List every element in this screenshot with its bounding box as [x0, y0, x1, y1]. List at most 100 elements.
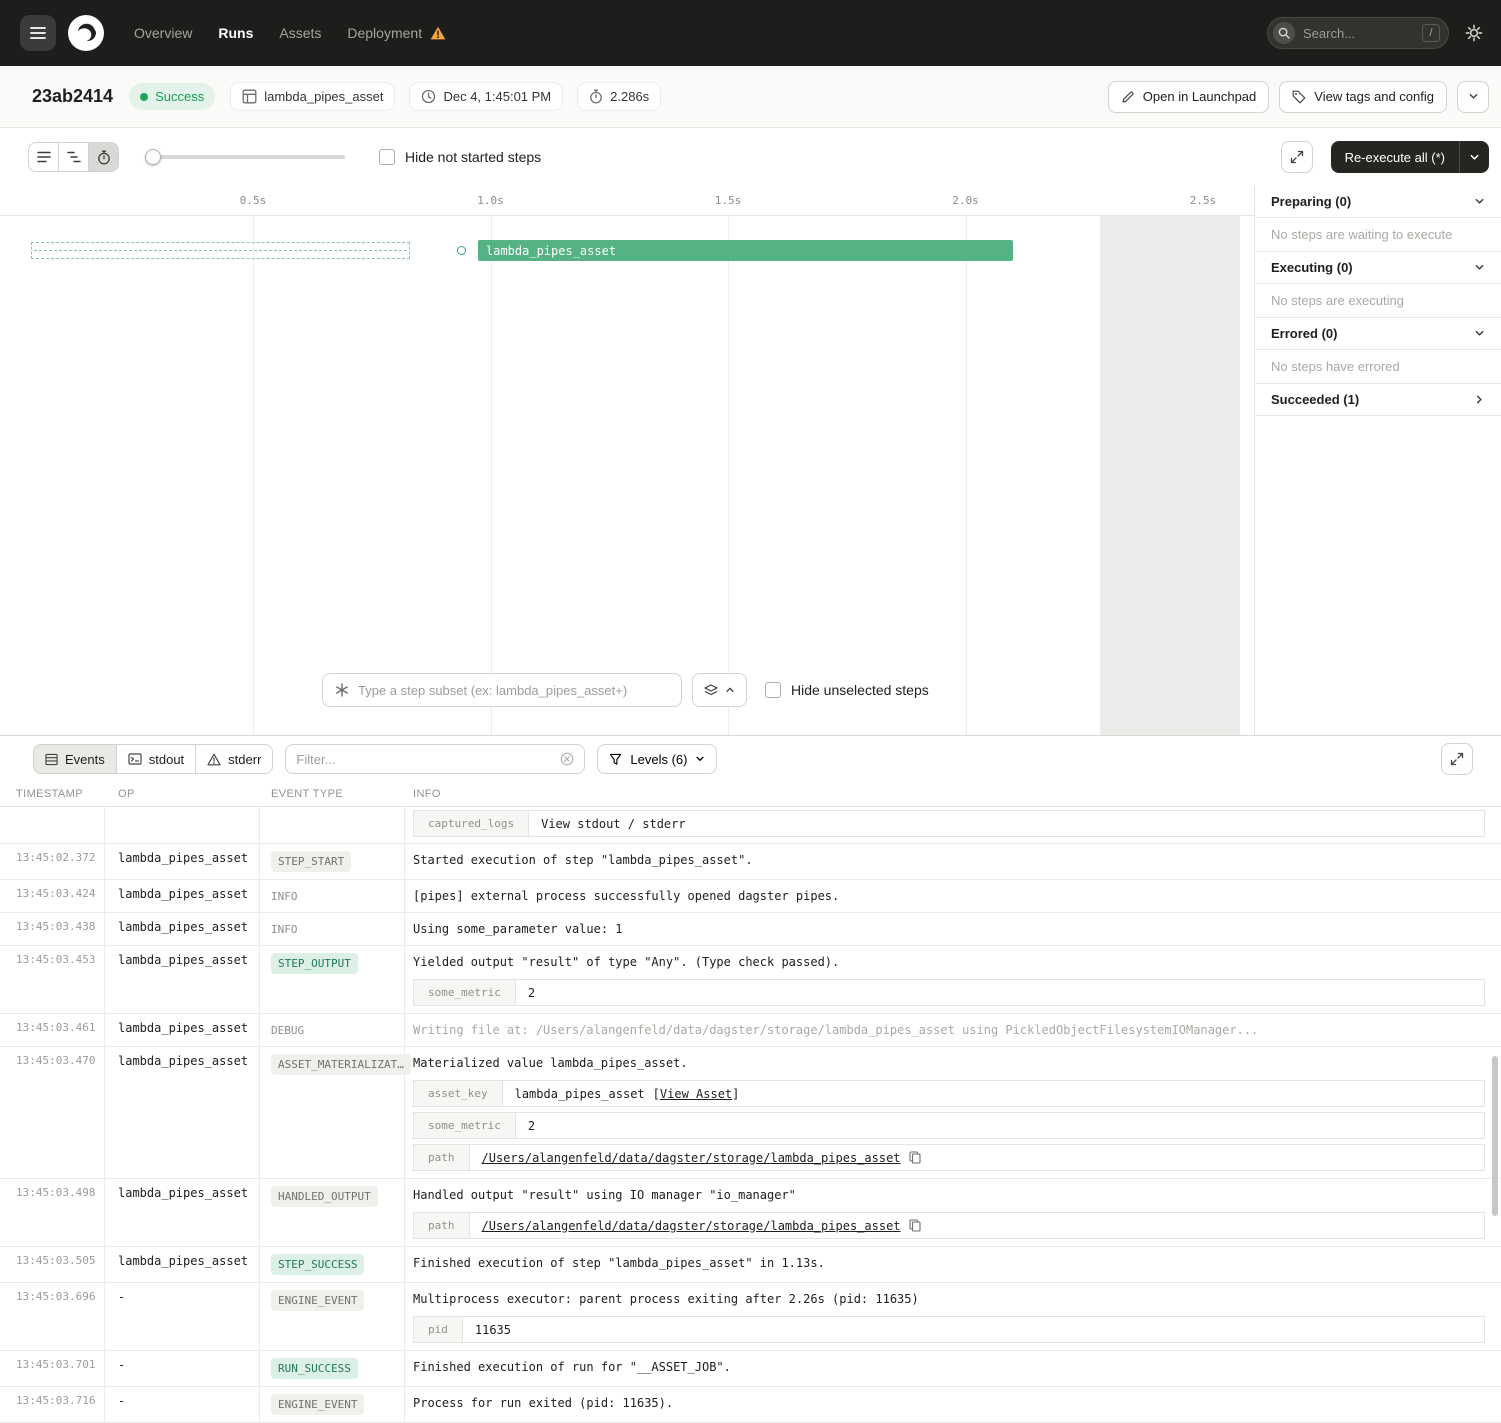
metadata-row: some_metric2 — [413, 1112, 1485, 1139]
nav-item-assets[interactable]: Assets — [279, 25, 321, 41]
timed-view-button[interactable] — [88, 142, 119, 172]
nav-item-deployment[interactable]: Deployment — [347, 25, 446, 41]
reexecute-dropdown-button[interactable] — [1459, 141, 1489, 173]
metadata-link[interactable]: /Users/alangenfeld/data/dagster/storage/… — [482, 1151, 901, 1165]
search-input[interactable] — [1303, 26, 1414, 41]
chevron-up-icon — [725, 685, 735, 695]
copy-icon[interactable] — [909, 1151, 921, 1164]
step-subset-input[interactable] — [358, 683, 669, 698]
log-row[interactable]: 13:45:03.716-ENGINE_EVENTProcess for run… — [0, 1387, 1501, 1423]
timed-view-stopwatch-icon — [97, 150, 111, 165]
tab-stderr[interactable]: stderr — [195, 744, 273, 774]
log-timestamp: 13:45:03.424 — [0, 880, 105, 912]
top-navigation: Overview Runs Assets Deployment / — [0, 0, 1501, 66]
hide-unselected-checkbox[interactable] — [765, 682, 781, 698]
log-row[interactable]: 13:45:03.461lambda_pipes_assetDEBUGWriti… — [0, 1014, 1501, 1047]
hamburger-icon — [30, 26, 46, 40]
step-section-header[interactable]: Preparing (0) — [1255, 186, 1501, 218]
log-row[interactable]: 13:45:03.438lambda_pipes_assetINFOUsing … — [0, 913, 1501, 946]
hide-not-started-toggle[interactable]: Hide not started steps — [379, 149, 541, 165]
chevron-down-icon — [1474, 196, 1485, 207]
menu-button[interactable] — [20, 15, 56, 51]
tab-events[interactable]: Events — [33, 744, 117, 774]
step-subset-controls: Hide unselected steps — [322, 673, 929, 707]
gantt-body: 0.5s1.0s1.5s2.0s2.5s lambda_pipes_asset — [0, 186, 1501, 735]
job-name-chip[interactable]: lambda_pipes_asset — [231, 83, 394, 110]
gantt-toolbar-right: Re-execute all (*) — [1281, 141, 1489, 173]
run-actions-dropdown-button[interactable] — [1457, 81, 1489, 113]
reexecute-all-button[interactable]: Re-execute all (*) — [1331, 141, 1459, 173]
gear-icon[interactable] — [1465, 24, 1483, 42]
stderr-icon — [207, 753, 221, 766]
hide-unselected-toggle[interactable]: Hide unselected steps — [765, 682, 929, 698]
log-row[interactable]: 13:45:03.696-ENGINE_EVENTMultiprocess ex… — [0, 1283, 1501, 1351]
layers-icon — [704, 684, 718, 697]
pencil-icon — [1121, 90, 1135, 104]
log-op: lambda_pipes_asset — [105, 1014, 260, 1046]
log-row[interactable]: 13:45:03.505lambda_pipes_assetSTEP_SUCCE… — [0, 1247, 1501, 1283]
log-fullscreen-button[interactable] — [1441, 743, 1473, 775]
column-header-event-type: EVENT TYPE — [260, 788, 405, 800]
after-run-shaded-region — [1100, 216, 1240, 735]
step-section-header[interactable]: Succeeded (1) — [1255, 384, 1501, 416]
log-rows: captured_logsView stdout / stderr13:45:0… — [0, 807, 1501, 1423]
log-info: Yielded output "result" of type "Any". (… — [405, 946, 1501, 1013]
view-tags-config-label: View tags and config — [1314, 89, 1434, 104]
job-name: lambda_pipes_asset — [264, 89, 383, 104]
tab-label: Events — [65, 752, 105, 767]
log-row[interactable]: 13:45:03.470lambda_pipes_assetASSET_MATE… — [0, 1047, 1501, 1179]
levels-filter-button[interactable]: Levels (6) — [597, 744, 717, 774]
step-section-header[interactable]: Errored (0) — [1255, 318, 1501, 350]
warning-icon — [430, 26, 446, 40]
log-timestamp: 13:45:03.461 — [0, 1014, 105, 1046]
search-box[interactable]: / — [1267, 17, 1449, 49]
metadata-row: pid11635 — [413, 1316, 1485, 1343]
hide-not-started-checkbox[interactable] — [379, 149, 395, 165]
tab-stdout[interactable]: stdout — [116, 744, 196, 774]
dagster-logo[interactable] — [68, 15, 104, 51]
gantt-chart: 0.5s1.0s1.5s2.0s2.5s lambda_pipes_asset — [0, 186, 1254, 735]
log-row[interactable]: 13:45:03.701-RUN_SUCCESSFinished executi… — [0, 1351, 1501, 1387]
nav-item-runs[interactable]: Runs — [218, 25, 253, 41]
metadata-link[interactable]: /Users/alangenfeld/data/dagster/storage/… — [482, 1219, 901, 1233]
log-row[interactable]: 13:45:03.453lambda_pipes_assetSTEP_OUTPU… — [0, 946, 1501, 1014]
waterfall-view-button[interactable] — [58, 142, 89, 172]
log-row[interactable]: 13:45:03.498lambda_pipes_assetHANDLED_OU… — [0, 1179, 1501, 1247]
metadata-table: pid11635 — [413, 1316, 1485, 1343]
log-row[interactable]: captured_logsView stdout / stderr — [0, 807, 1501, 844]
zoom-slider[interactable] — [145, 149, 345, 165]
step-subset-input-box[interactable] — [322, 673, 682, 707]
step-section-title: Errored (0) — [1271, 326, 1337, 341]
step-section-header[interactable]: Executing (0) — [1255, 252, 1501, 284]
funnel-icon — [609, 753, 622, 766]
clear-filter-icon[interactable] — [560, 752, 574, 766]
log-row[interactable]: 13:45:02.372lambda_pipes_assetSTEP_START… — [0, 844, 1501, 880]
copy-icon[interactable] — [909, 1219, 921, 1232]
graph-options-button[interactable] — [692, 673, 747, 707]
flat-view-button[interactable] — [28, 142, 59, 172]
job-grid-icon — [242, 89, 257, 104]
zoom-slider-handle[interactable] — [145, 149, 161, 165]
gantt-step-bar[interactable]: lambda_pipes_asset — [478, 240, 1013, 261]
nav-item-overview[interactable]: Overview — [134, 25, 192, 41]
view-asset-link[interactable]: View Asset — [660, 1087, 732, 1101]
log-filter-input[interactable] — [296, 752, 552, 767]
log-filter-box[interactable] — [285, 744, 585, 774]
log-row[interactable]: 13:45:03.424lambda_pipes_assetINFO[pipes… — [0, 880, 1501, 913]
log-timestamp: 13:45:03.505 — [0, 1247, 105, 1282]
metadata-text: 2 — [528, 986, 535, 1000]
log-scrollbar[interactable] — [1492, 1056, 1498, 1216]
run-id: 23ab2414 — [32, 86, 113, 107]
gantt-fullscreen-button[interactable] — [1281, 141, 1313, 173]
open-launchpad-button[interactable]: Open in Launchpad — [1108, 81, 1269, 113]
log-info: Process for run exited (pid: 11635). — [405, 1387, 1501, 1422]
tag-icon — [1292, 90, 1306, 104]
step-status-panel: Preparing (0)No steps are waiting to exe… — [1254, 186, 1501, 735]
view-tags-config-button[interactable]: View tags and config — [1279, 81, 1447, 113]
event-type-tag: HANDLED_OUTPUT — [271, 1186, 378, 1207]
stdout-icon — [128, 753, 142, 765]
zoom-slider-track — [145, 155, 345, 159]
chevron-right-icon — [1474, 394, 1485, 405]
metadata-text: lambda_pipes_asset — [515, 1087, 645, 1101]
hide-unselected-label: Hide unselected steps — [791, 682, 929, 698]
